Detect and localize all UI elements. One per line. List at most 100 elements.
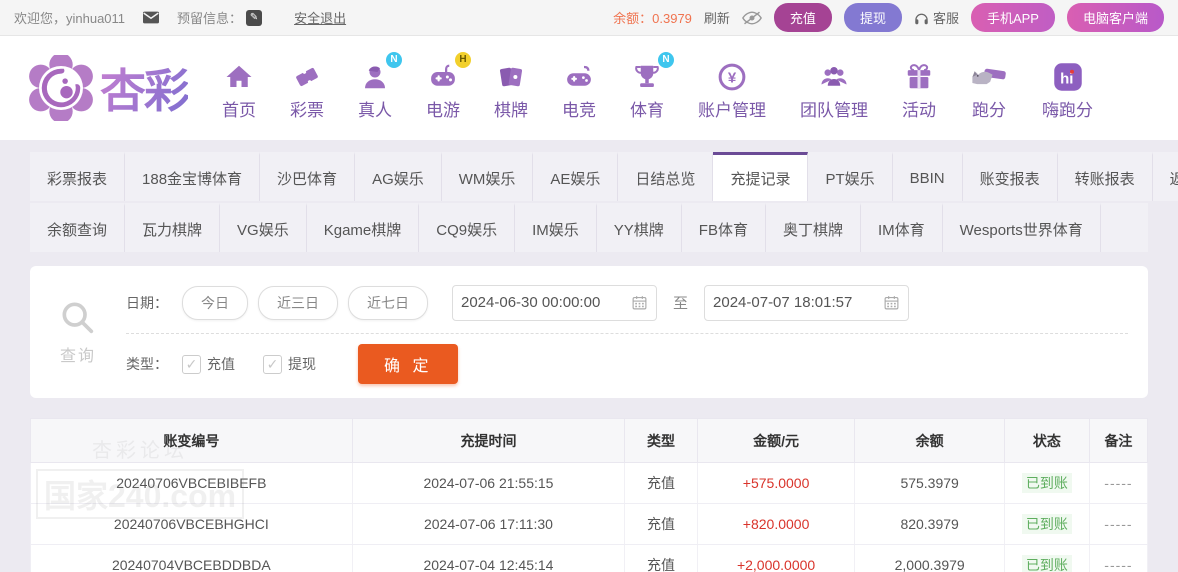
nav-label: 真人 [358,100,392,120]
nav-item-home[interactable]: 首页 [222,56,256,121]
records-table-wrap: 杏彩论坛 国家240.com 账变编号 充提时间 类型 金额/元 余额 状态 备… [30,418,1149,572]
cell-time: 2024-07-06 17:11:30 [352,503,626,545]
nav-item-egames[interactable]: H 电游 [426,51,471,121]
cell-type: 充值 [624,544,698,572]
tab-wesports[interactable]: Wesports世界体育 [942,203,1101,252]
tab-lottery-report[interactable]: 彩票报表 [30,152,126,201]
checkbox-label: 充值 [207,356,235,372]
cell-remark: ----- [1089,462,1149,504]
status-badge: 已到账 [1021,473,1072,493]
table-header: 账变编号 充提时间 类型 金额/元 余额 状态 备注 [30,418,1149,463]
nav-item-account[interactable]: ¥ 账户管理 [698,56,766,121]
tab-bbin[interactable]: BBIN [892,152,963,201]
nav-item-sports[interactable]: N 体育 [630,51,674,121]
checkbox-icon: ✓ [182,354,201,374]
search-icon [62,302,94,334]
customer-service-label: 客服 [932,11,959,26]
pc-client-button[interactable]: 电脑客户端 [1066,3,1164,32]
tab-vg[interactable]: VG娱乐 [220,203,307,252]
rhino-icon [970,56,1008,92]
customer-service-link[interactable]: 客服 [914,8,959,27]
tab-im-sports[interactable]: IM体育 [860,203,943,252]
date-to-input[interactable] [713,294,884,311]
balance-text: 余额：0.3979 [613,11,692,26]
tab-ag[interactable]: AG娱乐 [355,152,442,201]
tab-daily-summary[interactable]: 日结总览 [618,152,714,201]
tab-ae[interactable]: AE娱乐 [533,152,619,201]
tab-im-games[interactable]: IM娱乐 [515,203,597,252]
tab-aoding[interactable]: 奥丁棋牌 [765,203,861,252]
tab-balance-query[interactable]: 余额查询 [30,203,126,252]
eye-slash-icon[interactable] [741,10,762,25]
cell-change-id: 20240706VBCEBIBEFB [30,462,353,504]
tab-188-sports[interactable]: 188金宝博体育 [125,152,261,201]
hi-icon: hi [1053,56,1083,92]
confirm-button[interactable]: 确 定 [358,344,459,384]
nav-item-paofen[interactable]: 跑分 [970,56,1008,121]
nav-label: 活动 [902,100,936,120]
range-7days-button[interactable]: 近七日 [348,285,428,320]
mail-icon[interactable] [143,11,160,24]
calendar-icon [884,296,899,310]
nav-item-hi-paofen[interactable]: hi 嗨跑分 [1042,56,1093,121]
cell-change-id: 20240704VBCEBDDBDA [30,544,353,572]
nav-label: 体育 [630,100,664,120]
query-label: 查询 [59,348,96,365]
tab-shaba-sports[interactable]: 沙巴体育 [260,152,356,201]
type-deposit-checkbox[interactable]: ✓ 充值 [182,354,235,374]
range-today-button[interactable]: 今日 [182,285,248,320]
nav-label: 棋牌 [494,100,528,120]
topbar: 欢迎您，yinhua011 预留信息： ✎ 安全退出 余额：0.3979 刷新 … [0,0,1178,36]
nav-item-promotions[interactable]: 活动 [902,56,936,121]
cards-icon [496,56,526,92]
type-label: 类型： [126,356,168,372]
topbar-right: 余额：0.3979 刷新 充值 提现 客服 手机APP 电脑客户端 [613,3,1164,32]
nav-item-boardgames[interactable]: 棋牌 [494,56,528,121]
deposit-button[interactable]: 充值 [773,3,832,32]
cell-time: 2024-07-06 21:55:15 [352,462,626,504]
brand-name: 杏彩 [100,55,190,121]
tab-fb-sports[interactable]: FB体育 [681,203,766,252]
controller-icon [563,56,595,92]
mobile-app-button[interactable]: 手机APP [970,3,1055,32]
headset-icon [915,13,928,24]
refresh-link[interactable]: 刷新 [704,8,730,27]
tab-kgame[interactable]: Kgame棋牌 [306,203,420,252]
main-content: 彩票报表 188金宝博体育 沙巴体育 AG娱乐 WM娱乐 AE娱乐 日结总览 充… [0,140,1178,572]
col-amount: 金额/元 [697,418,856,463]
nav-label: 账户管理 [698,100,766,120]
tab-wali[interactable]: 瓦力棋牌 [125,203,221,252]
cell-remark: ----- [1089,544,1149,572]
brand-logo[interactable]: 杏彩 [28,55,190,121]
tab-transfer-report[interactable]: 转账报表 [1057,152,1153,201]
report-tabs-row1: 彩票报表 188金宝博体育 沙巴体育 AG娱乐 WM娱乐 AE娱乐 日结总览 充… [30,152,1178,201]
type-withdraw-checkbox[interactable]: ✓ 提现 [263,354,316,374]
reserved-info: 预留信息： ✎ [177,8,263,27]
tab-deposit-withdraw-records[interactable]: 充提记录 [713,152,809,201]
main-nav: 首页 彩票 N 真人 H 电游 棋牌 电竞 N 体育 ¥ 账户管理 团队管理 活… [222,51,1093,121]
cell-balance: 575.3979 [854,462,1005,504]
nav-label: 电竞 [562,100,596,120]
tab-pt[interactable]: PT娱乐 [808,152,893,201]
tab-yy[interactable]: YY棋牌 [596,203,682,252]
nav-item-live[interactable]: N 真人 [358,51,402,121]
range-3days-button[interactable]: 近三日 [258,285,338,320]
nav-item-lottery[interactable]: 彩票 [290,56,324,121]
filter-panel: 查询 日期： 今日 近三日 近七日 至 类型： [30,266,1148,398]
date-from-input[interactable] [461,294,631,311]
date-to-box [704,284,910,321]
nav-item-esports[interactable]: 电竞 [562,56,596,121]
welcome-text: 欢迎您，yinhua011 [14,11,126,26]
tab-wm[interactable]: WM娱乐 [441,152,534,201]
nav-item-team[interactable]: 团队管理 [800,56,868,121]
tab-rebate-total[interactable]: 返点总额 [1152,152,1178,201]
status-badge: 已到账 [1021,555,1072,572]
calendar-icon [632,296,647,310]
table-row: 20240704VBCEBDDBDA 2024-07-04 12:45:14 充… [30,544,1149,572]
tab-account-change-report[interactable]: 账变报表 [962,152,1058,201]
cell-status: 已到账 [1004,503,1090,545]
edit-icon[interactable]: ✎ [246,9,263,26]
logout-link[interactable]: 安全退出 [294,8,346,27]
withdraw-button[interactable]: 提现 [843,3,902,32]
tab-cq9[interactable]: CQ9娱乐 [419,203,516,252]
